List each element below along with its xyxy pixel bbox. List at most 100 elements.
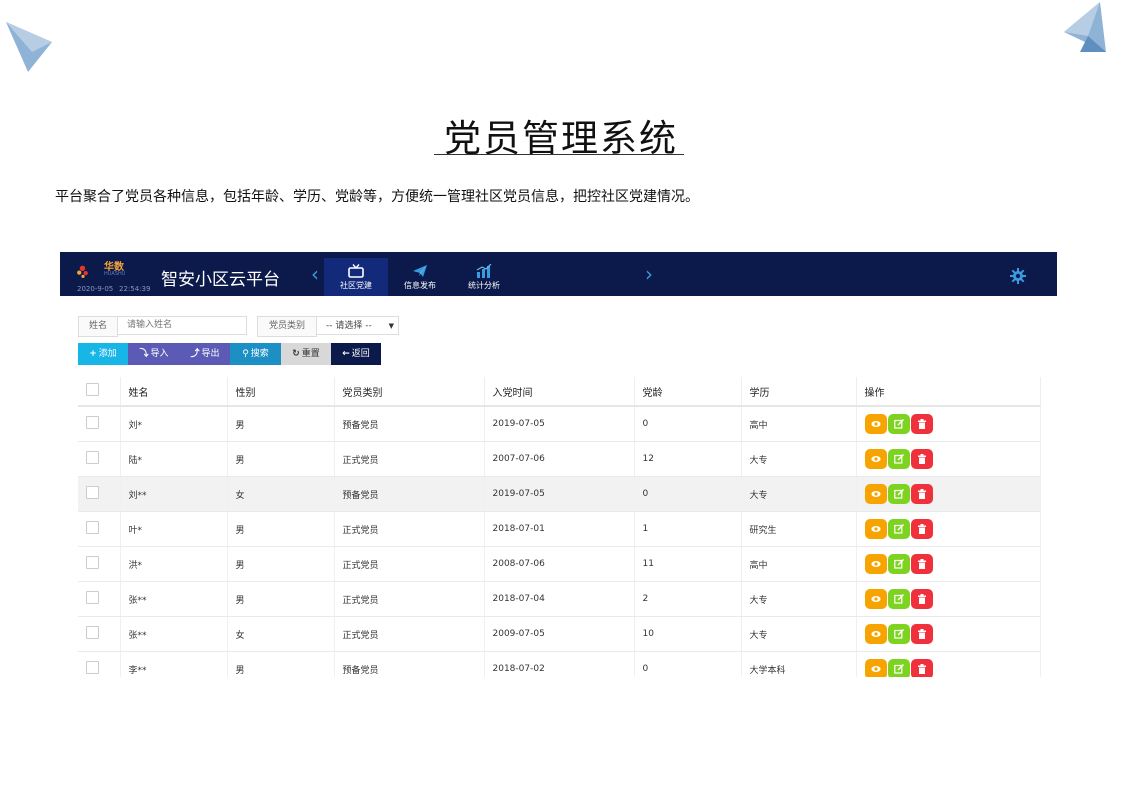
edit-icon (893, 419, 904, 429)
cell-join-date: 2018-07-02 (484, 651, 635, 677)
nav-next-chevron-icon[interactable]: › (645, 264, 653, 284)
edit-button[interactable] (887, 624, 910, 644)
edit-icon (893, 559, 904, 569)
name-input[interactable] (117, 316, 247, 335)
delete-button[interactable] (910, 484, 933, 504)
delete-button[interactable] (910, 554, 933, 574)
edit-button[interactable] (887, 484, 910, 504)
table-row[interactable]: 张** 男正式党员 2018-07-04 2 大专 (78, 581, 1041, 617)
cell-name: 刘** (120, 476, 228, 512)
view-button[interactable] (864, 414, 887, 434)
view-button[interactable] (864, 659, 887, 677)
trash-icon (917, 559, 926, 569)
refresh-icon: ↻ (292, 349, 300, 359)
delete-button[interactable] (910, 414, 933, 434)
table-header-row: 姓名 性别 党员类别 入党时间 党龄 学历 操作 (78, 377, 1041, 407)
col-name[interactable]: 姓名 (120, 377, 228, 407)
row-checkbox[interactable] (78, 651, 121, 677)
content-panel: 姓名 党员类别 -- 请选择 -- ▼ +添加 ⤵导入 ⤴导出 ⚲搜索 ↻重置 (66, 298, 1047, 677)
cell-education: 大学本科 (741, 651, 857, 677)
row-checkbox[interactable] (78, 616, 121, 652)
edit-button[interactable] (887, 449, 910, 469)
gear-icon[interactable] (1010, 268, 1026, 284)
cell-party-years: 2 (634, 581, 742, 617)
edit-button[interactable] (887, 589, 910, 609)
cell-join-date: 2007-07-06 (484, 441, 635, 477)
back-button[interactable]: ← 返回 (331, 343, 381, 365)
col-member-type[interactable]: 党员类别 (334, 377, 485, 407)
delete-button[interactable] (910, 449, 933, 469)
tab-community-party[interactable]: 社区党建 (324, 258, 388, 296)
cell-gender: 男 (227, 441, 335, 477)
edit-button[interactable] (887, 414, 910, 434)
view-button[interactable] (864, 554, 887, 574)
table-row[interactable]: 李** 男预备党员 2018-07-02 0 大学本科 (78, 651, 1041, 677)
view-button[interactable] (864, 589, 887, 609)
cell-education: 高中 (741, 406, 857, 442)
delete-button[interactable] (910, 589, 933, 609)
cell-education: 大专 (741, 616, 857, 652)
cell-join-date: 2018-07-01 (484, 511, 635, 547)
nav-prev-chevron-icon[interactable]: ‹ (311, 264, 319, 284)
delete-button[interactable] (910, 659, 933, 677)
col-party-years[interactable]: 党龄 (634, 377, 742, 407)
view-button[interactable] (864, 484, 887, 504)
cell-party-years: 0 (634, 651, 742, 677)
row-checkbox[interactable] (78, 441, 121, 477)
top-navbar: 华数 HUASHU 2020-9-05 22:54:39 智安小区云平台 ‹ 社… (60, 252, 1057, 296)
trash-icon (917, 664, 926, 674)
row-checkbox[interactable] (78, 581, 121, 617)
cell-member-type: 正式党员 (334, 511, 485, 547)
view-button[interactable] (864, 449, 887, 469)
table-row[interactable]: 叶* 男正式党员 2018-07-01 1 研究生 (78, 511, 1041, 547)
col-join-date[interactable]: 入党时间 (484, 377, 635, 407)
table-row[interactable]: 刘** 女预备党员 2019-07-05 0 大专 (78, 476, 1041, 512)
eye-icon (870, 526, 881, 532)
trash-icon (917, 489, 926, 499)
edit-icon (893, 454, 904, 464)
select-all-checkbox[interactable] (78, 377, 121, 407)
tab-label: 信息发布 (404, 281, 436, 290)
cell-actions (856, 476, 1041, 512)
cell-actions (856, 546, 1041, 582)
cell-gender: 男 (227, 511, 335, 547)
eye-icon (870, 596, 881, 602)
col-gender[interactable]: 性别 (227, 377, 335, 407)
view-button[interactable] (864, 519, 887, 539)
tab-statistics[interactable]: 统计分析 (454, 258, 514, 296)
trash-icon (917, 594, 926, 604)
row-checkbox[interactable] (78, 546, 121, 582)
logo-subtext: HUASHU (104, 271, 126, 277)
search-button[interactable]: ⚲ 搜索 (230, 343, 281, 365)
export-icon: ⤴ (190, 349, 200, 359)
delete-button[interactable] (910, 519, 933, 539)
delete-button[interactable] (910, 624, 933, 644)
export-button[interactable]: ⤴ 导出 (180, 343, 230, 365)
trash-icon (917, 524, 926, 534)
row-checkbox[interactable] (78, 476, 121, 512)
type-select[interactable]: -- 请选择 -- ▼ (316, 316, 399, 335)
table-row[interactable]: 张** 女正式党员 2009-07-05 10 大专 (78, 616, 1041, 652)
edit-button[interactable] (887, 519, 910, 539)
cell-gender: 女 (227, 616, 335, 652)
tab-info-publish[interactable]: 信息发布 (390, 258, 450, 296)
import-icon: ⤵ (139, 349, 149, 359)
view-button[interactable] (864, 624, 887, 644)
row-checkbox[interactable] (78, 406, 121, 442)
table-row[interactable]: 洪* 男正式党员 2008-07-06 11 高中 (78, 546, 1041, 582)
import-button[interactable]: ⤵ 导入 (128, 343, 180, 365)
cell-member-type: 正式党员 (334, 581, 485, 617)
add-button[interactable]: + 添加 (78, 343, 128, 365)
edit-icon (893, 524, 904, 534)
edit-button[interactable] (887, 554, 910, 574)
table-row[interactable]: 刘* 男预备党员 2019-07-05 0 高中 (78, 406, 1041, 442)
col-education[interactable]: 学历 (741, 377, 857, 407)
cell-actions (856, 441, 1041, 477)
type-select-value: -- 请选择 -- (326, 321, 372, 331)
table-row[interactable]: 陆* 男正式党员 2007-07-06 12 大专 (78, 441, 1041, 477)
eye-icon (870, 631, 881, 637)
reset-button[interactable]: ↻ 重置 (281, 343, 331, 365)
eye-icon (870, 491, 881, 497)
edit-button[interactable] (887, 659, 910, 677)
row-checkbox[interactable] (78, 511, 121, 547)
